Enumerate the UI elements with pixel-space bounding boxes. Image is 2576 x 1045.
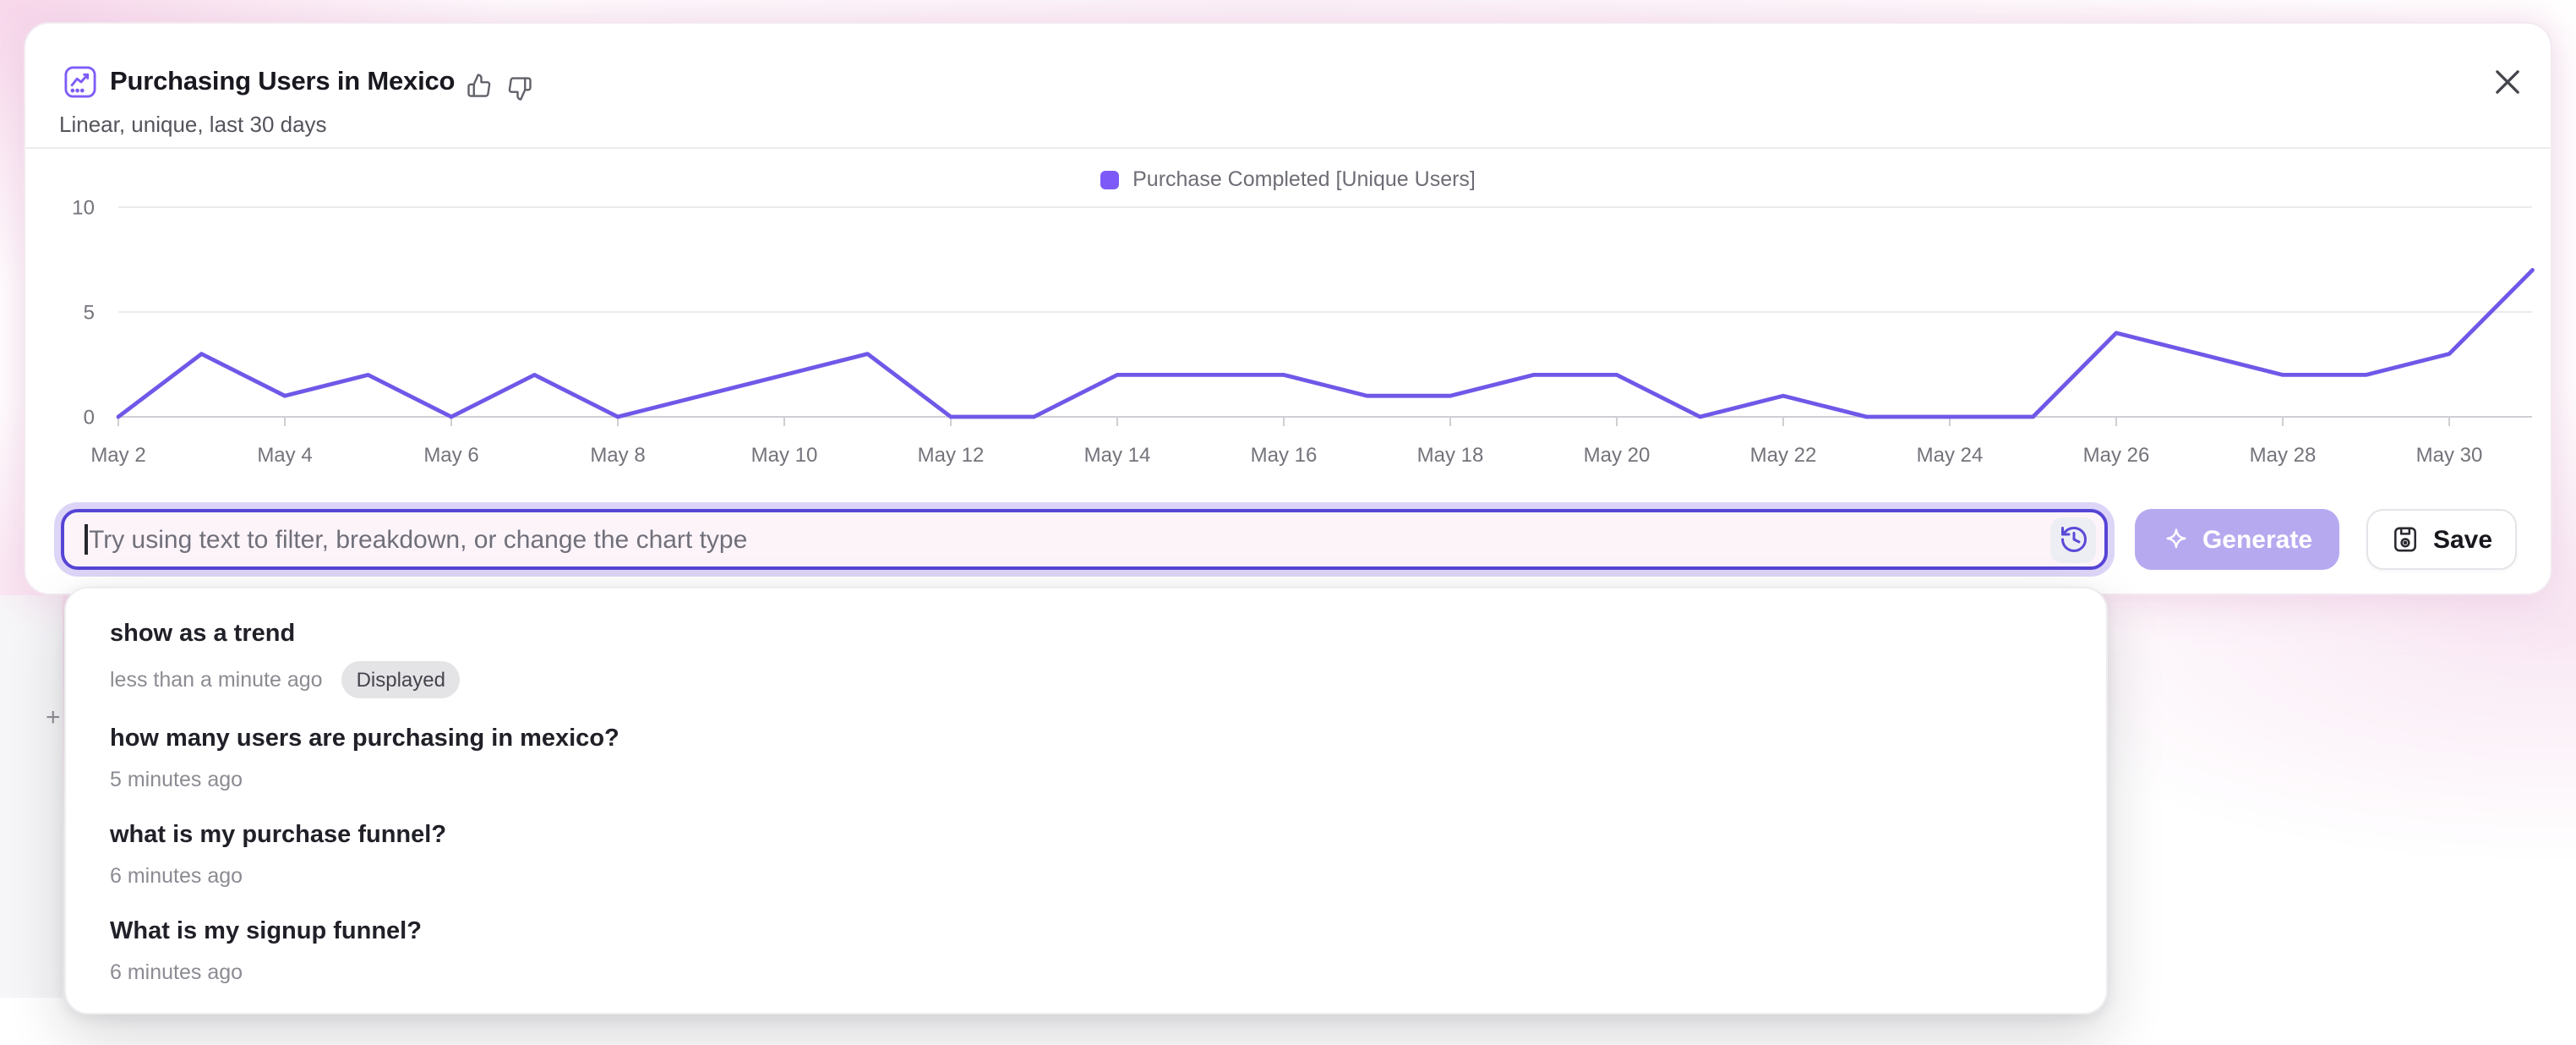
displayed-badge: Displayed [341,661,461,698]
save-icon [2391,524,2421,555]
history-item[interactable]: what is my purchase funnel? 6 minutes ag… [66,807,2106,903]
history-item[interactable]: What is my signup funnel? 6 minutes ago [66,903,2106,999]
generate-button[interactable]: Generate [2135,509,2339,570]
screen: + Purchasing Users in Mexico [0,0,2576,1045]
background-plus-glyph: + [46,703,61,732]
svg-text:May 24: May 24 [1917,444,1984,467]
svg-text:May 20: May 20 [1584,444,1651,467]
svg-text:May 30: May 30 [2416,444,2483,467]
save-button-label: Save [2433,525,2492,554]
legend-label: Purchase Completed [Unique Users] [1132,167,1476,191]
save-button[interactable]: Save [2366,509,2517,570]
history-timestamp: 6 minutes ago [110,959,243,988]
generate-button-label: Generate [2202,525,2312,554]
history-query: how many users are purchasing in mexico? [110,722,2062,758]
history-item[interactable]: show as a trend less than a minute ago D… [66,605,2106,710]
svg-text:May 22: May 22 [1750,444,1817,467]
svg-text:May 10: May 10 [751,444,818,467]
page-left-gutter [0,595,63,998]
svg-text:May 12: May 12 [918,444,985,467]
svg-text:10: 10 [72,196,95,219]
svg-text:May 2: May 2 [90,444,145,467]
svg-text:May 4: May 4 [257,444,312,467]
history-query: what is my purchase funnel? [110,818,2062,854]
svg-text:May 28: May 28 [2250,444,2317,467]
page-title: Purchasing Users in Mexico [110,68,455,98]
header-divider [25,147,2551,149]
trend-chart-svg: 0 5 10 May 2 May 4 May 6 May 8 May 10 May 12 May … [25,194,2551,479]
history-button[interactable] [2050,517,2096,562]
svg-text:May 18: May 18 [1417,444,1484,467]
ai-prompt-field[interactable] [61,509,2108,570]
history-timestamp: less than a minute ago [110,665,323,694]
history-timestamp: 6 minutes ago [110,862,243,891]
chart-legend: Purchase Completed [Unique Users] [25,167,2551,191]
thumbs-down-icon[interactable] [507,76,532,101]
history-query: show as a trend [110,617,2062,653]
history-clock-icon [2058,524,2088,555]
svg-text:5: 5 [84,301,95,324]
sparkle-icon [2162,525,2191,554]
thumbs-up-icon[interactable] [467,73,492,98]
history-query: What is my signup funnel? [110,915,2062,950]
chart-card: Purchasing Users in Mexico Linear, uniqu… [25,24,2551,594]
legend-swatch [1100,170,1119,189]
svg-text:May 26: May 26 [2083,444,2150,467]
history-timestamp: 5 minutes ago [110,766,243,795]
svg-text:May 16: May 16 [1251,444,1318,467]
chart-subtitle: Linear, unique, last 30 days [59,112,327,137]
prompt-input[interactable] [87,525,2050,554]
prompt-history-dropdown: show as a trend less than a minute ago D… [64,587,2108,1015]
svg-text:May 14: May 14 [1084,444,1151,467]
chart-type-icon [64,66,96,98]
close-icon[interactable] [2495,69,2520,95]
svg-text:May 6: May 6 [423,444,478,467]
svg-text:May 8: May 8 [590,444,645,467]
svg-text:0: 0 [84,406,95,429]
history-item[interactable]: how many users are purchasing in mexico?… [66,710,2106,807]
